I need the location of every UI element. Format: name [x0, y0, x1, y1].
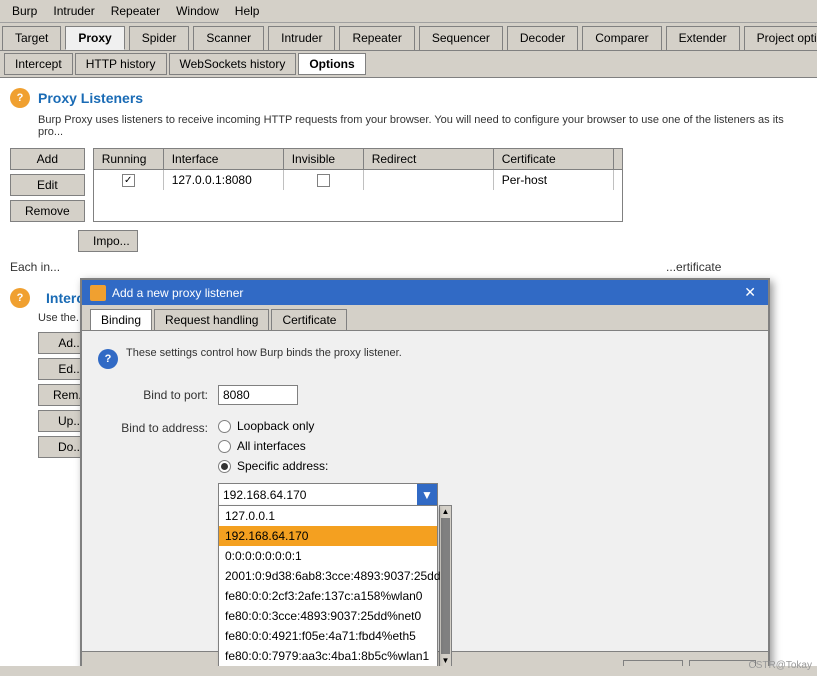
modal-title-bar: Add a new proxy listener ✕ [82, 280, 768, 305]
cell-redirect [364, 170, 494, 190]
modal-icon [90, 285, 106, 301]
dropdown-option-6[interactable]: fe80:0:0:4921:f05e:4a71:fbd4%eth5 [219, 626, 437, 646]
each-note: Each in... ...ertificate [10, 260, 807, 274]
radio-all-label: All interfaces [237, 439, 306, 453]
radio-loopback-dot[interactable] [218, 420, 231, 433]
tab-project-options[interactable]: Project options [744, 26, 817, 50]
listeners-table: Running Interface Invisible Redirect Cer… [93, 148, 623, 222]
col-redirect: Redirect [364, 149, 494, 169]
radio-all-dot[interactable] [218, 440, 231, 453]
invisible-checkbox[interactable] [317, 174, 330, 187]
scroll-down-button[interactable]: ▼ [440, 655, 451, 666]
tab-intruder[interactable]: Intruder [268, 26, 335, 50]
tab-target[interactable]: Target [2, 26, 61, 50]
scroll-up-button[interactable]: ▲ [440, 506, 451, 517]
modal-tabs: Binding Request handling Certificate [82, 305, 768, 331]
dropdown-option-0[interactable]: 127.0.0.1 [219, 506, 437, 526]
bind-port-label: Bind to port: [98, 388, 218, 402]
proxy-listeners-title: Proxy Listeners [38, 90, 143, 106]
radio-specific-label: Specific address: [237, 459, 328, 473]
sub-toolbar: Intercept HTTP history WebSockets histor… [0, 51, 817, 78]
running-checkbox[interactable] [122, 174, 135, 187]
tab-scanner[interactable]: Scanner [193, 26, 264, 50]
modal-cancel-button[interactable]: Cancel [689, 660, 756, 666]
add-button[interactable]: Add [10, 148, 85, 170]
edit-button[interactable]: Edit [10, 174, 85, 196]
dropdown-option-3[interactable]: 2001:0:9d38:6ab8:3cce:4893:9037:25dd [219, 566, 437, 586]
table-row[interactable]: 127.0.0.1:8080 Per-host [94, 170, 622, 190]
modal-tab-request-handling[interactable]: Request handling [154, 309, 269, 330]
import-button[interactable]: Impo... [78, 230, 138, 252]
info-icon: ? [98, 349, 118, 369]
modal-close-button[interactable]: ✕ [740, 284, 760, 301]
radio-group: Loopback only All interfaces Specific ad… [218, 419, 328, 473]
radio-specific-dot[interactable] [218, 460, 231, 473]
menu-bar: Burp Intruder Repeater Window Help [0, 0, 817, 23]
modal-body: ? These settings control how Burp binds … [82, 331, 768, 651]
dropdown-arrow[interactable]: ▼ [417, 484, 437, 506]
dropdown-option-5[interactable]: fe80:0:0:3cce:4893:9037:25dd%net0 [219, 606, 437, 626]
menu-repeater[interactable]: Repeater [103, 2, 168, 20]
subtab-http-history[interactable]: HTTP history [75, 53, 167, 75]
table-header: Running Interface Invisible Redirect Cer… [94, 149, 622, 170]
tab-extender[interactable]: Extender [666, 26, 740, 50]
menu-burp[interactable]: Burp [4, 2, 45, 20]
menu-window[interactable]: Window [168, 2, 227, 20]
scroll-thumb [441, 518, 450, 654]
col-certificate: Certificate [494, 149, 614, 169]
menu-help[interactable]: Help [227, 2, 268, 20]
col-invisible: Invisible [284, 149, 364, 169]
modal-tab-certificate[interactable]: Certificate [271, 309, 347, 330]
dropdown-selected-value: 192.168.64.170 [219, 486, 417, 504]
main-toolbar: Target Proxy Spider Scanner Intruder Rep… [0, 23, 817, 51]
radio-all[interactable]: All interfaces [218, 439, 328, 453]
tab-decoder[interactable]: Decoder [507, 26, 578, 50]
radio-specific[interactable]: Specific address: [218, 459, 328, 473]
remove-button[interactable]: Remove [10, 200, 85, 222]
subtab-websockets-history[interactable]: WebSockets history [169, 53, 297, 75]
modal-ok-button[interactable]: OK [623, 660, 683, 666]
tab-sequencer[interactable]: Sequencer [419, 26, 503, 50]
subtab-options[interactable]: Options [298, 53, 365, 75]
modal-tab-binding[interactable]: Binding [90, 309, 152, 330]
modal-title: Add a new proxy listener [112, 286, 740, 300]
proxy-listeners-desc: Burp Proxy uses listeners to receive inc… [38, 114, 807, 138]
dropdown-option-1[interactable]: 192.168.64.170 [219, 526, 437, 546]
info-text: These settings control how Burp binds th… [126, 347, 402, 359]
bind-port-input[interactable] [218, 385, 298, 405]
cell-running [94, 170, 164, 190]
col-interface: Interface [164, 149, 284, 169]
dropdown-list: 127.0.0.1 192.168.64.170 0:0:0:0:0:0:0:1… [218, 505, 438, 666]
specific-address-dropdown[interactable]: 192.168.64.170 ▼ 127.0.0.1 192.168.64.17… [218, 483, 438, 507]
modal-add-proxy-listener: Add a new proxy listener ✕ Binding Reque… [80, 278, 770, 666]
dropdown-field[interactable]: 192.168.64.170 ▼ [218, 483, 438, 507]
radio-loopback[interactable]: Loopback only [218, 419, 328, 433]
menu-intruder[interactable]: Intruder [45, 2, 102, 20]
cell-invisible [284, 170, 364, 190]
tab-spider[interactable]: Spider [129, 26, 190, 50]
cell-interface: 127.0.0.1:8080 [164, 170, 284, 190]
main-content: ? Proxy Listeners Burp Proxy uses listen… [0, 78, 817, 666]
proxy-listeners-icon: ? [10, 88, 30, 108]
bind-address-row: Bind to address: Loopback only All inter… [98, 419, 752, 473]
tab-comparer[interactable]: Comparer [582, 26, 661, 50]
dropdown-option-4[interactable]: fe80:0:0:2cf3:2afe:137c:a158%wlan0 [219, 586, 437, 606]
dropdown-scrollbar[interactable]: ▲ ▼ [439, 505, 452, 666]
watermark: CSTR@Tokay [749, 660, 813, 671]
modal-info: ? These settings control how Burp binds … [98, 347, 752, 369]
bind-port-row: Bind to port: [98, 385, 752, 405]
tab-repeater[interactable]: Repeater [339, 26, 414, 50]
dropdown-option-2[interactable]: 0:0:0:0:0:0:0:1 [219, 546, 437, 566]
subtab-intercept[interactable]: Intercept [4, 53, 73, 75]
tab-proxy[interactable]: Proxy [65, 26, 124, 50]
bind-address-label: Bind to address: [98, 419, 218, 435]
radio-loopback-label: Loopback only [237, 419, 314, 433]
col-running: Running [94, 149, 164, 169]
cell-certificate: Per-host [494, 170, 614, 190]
intercept-icon: ? [10, 288, 30, 308]
dropdown-option-7[interactable]: fe80:0:0:7979:aa3c:4ba1:8b5c%wlan1 [219, 646, 437, 666]
